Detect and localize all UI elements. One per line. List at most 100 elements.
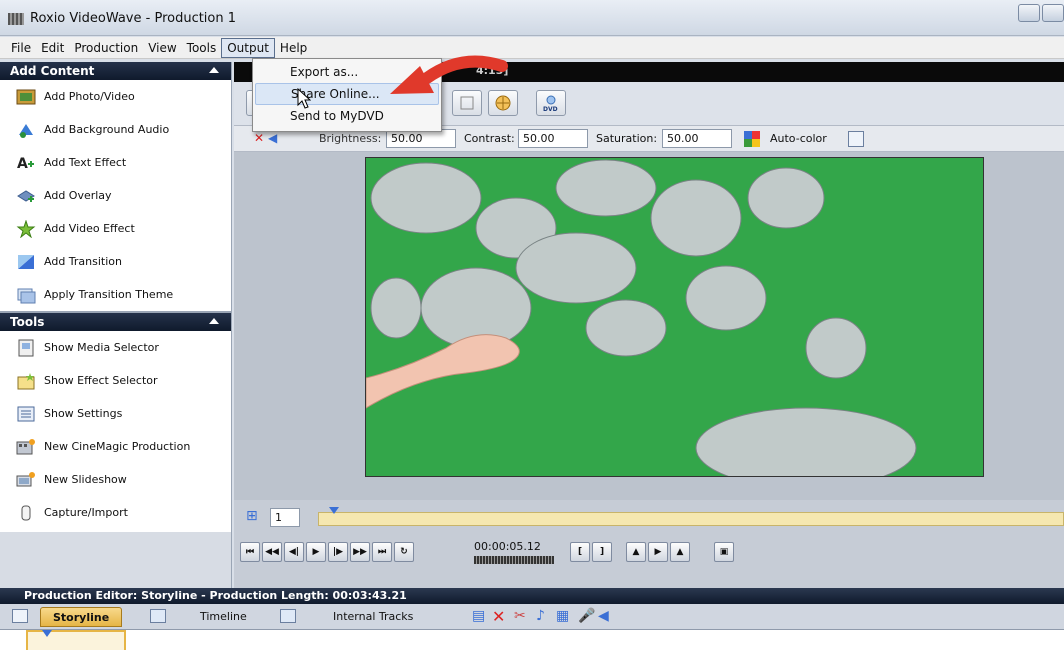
app-icon [8,13,24,25]
cut-button[interactable]: ▲ [670,542,690,562]
production-tabs: Storyline Timeline Internal Tracks ▤ ✕ ✂… [0,604,1064,630]
capture-import-item[interactable]: Capture/Import [0,496,231,529]
item-label: Show Effect Selector [44,374,158,387]
cinemagic-icon [16,438,36,456]
window-title: Roxio VideoWave - Production 1 [30,11,237,26]
dvd-button[interactable]: DVD [536,90,566,116]
menu-tools[interactable]: Tools [182,38,222,58]
menu-help[interactable]: Help [275,38,312,58]
play-button[interactable]: ▶ [306,542,326,562]
split-button[interactable]: ▲ [626,542,646,562]
show-effect-selector-item[interactable]: Show Effect Selector [0,364,231,397]
last-frame-button[interactable]: ⏭ [372,542,392,562]
storyline-area [0,630,1064,650]
saturation-input[interactable]: 50.00 [662,129,732,148]
split-icon[interactable]: ✂ [514,608,526,624]
tab-internal-tracks[interactable]: Internal Tracks [333,607,413,627]
menu-production[interactable]: Production [69,38,143,58]
trim-button[interactable]: ▶ [648,542,668,562]
restore-button[interactable] [1042,4,1064,22]
tools-title: Tools [10,315,45,329]
left-panel: Add Content Add Photo/Video Add Backgrou… [0,62,232,588]
volume-icon[interactable]: ◀ [598,608,609,624]
video-content [366,158,983,476]
zoom-input[interactable]: 1 [270,508,300,527]
item-label: Add Transition [44,255,122,268]
add-transition-item[interactable]: Add Transition [0,245,231,278]
minimize-button[interactable] [1018,4,1040,22]
menu-bar: File Edit Production View Tools Output H… [0,37,1064,59]
photo-icon [16,88,36,106]
add-text-effect-item[interactable]: A Add Text Effect [0,146,231,179]
mic-icon[interactable]: 🎤 [578,608,595,624]
properties-icon[interactable]: ▤ [472,608,485,624]
timeline-icon [150,609,166,623]
fullscreen-button[interactable]: ▣ [714,542,734,562]
slideshow-icon [16,471,36,489]
delete-icon[interactable]: ✕ [492,607,505,626]
main-area: 4:13] DVD ✕ ◀ Brightness: 50.00 Contrast… [234,62,1064,588]
storyline-clip[interactable] [26,630,126,650]
scrub-track[interactable] [318,512,1064,526]
show-settings-item[interactable]: Show Settings [0,397,231,430]
playhead-icon[interactable] [329,507,339,514]
new-slideshow-item[interactable]: New Slideshow [0,463,231,496]
tools-header[interactable]: Tools [0,313,231,331]
show-media-selector-item[interactable]: Show Media Selector [0,331,231,364]
add-content-header[interactable]: Add Content [0,62,231,80]
autocolor-icon [744,131,760,147]
mark-in-button[interactable]: [ [570,542,590,562]
production-editor-header: Production Editor: Storyline - Productio… [0,588,1064,604]
tab-storyline[interactable]: Storyline [40,607,123,627]
send-to-mydvd-item[interactable]: Send to MyDVD [255,105,439,127]
menu-view[interactable]: View [143,38,181,58]
fast-forward-button[interactable]: ▶▶ [350,542,370,562]
menu-file[interactable]: File [6,38,36,58]
item-label: Add Photo/Video [44,90,135,103]
collapse-icon[interactable] [209,67,219,73]
note-icon[interactable]: ▦ [556,608,569,624]
dvd-icon: DVD [543,95,558,112]
mark-out-button[interactable]: ] [592,542,612,562]
add-video-effect-item[interactable]: Add Video Effect [0,212,231,245]
storyline-playhead-icon[interactable] [42,630,52,637]
audio-icon[interactable]: ♪ [536,608,545,624]
step-forward-button[interactable]: |▶ [328,542,348,562]
tools-section: Tools Show Media Selector Show Effect Se… [0,311,231,529]
loop-button[interactable]: ↻ [394,542,414,562]
text-icon: A [16,154,36,172]
step-back-button[interactable]: ◀| [284,542,304,562]
first-frame-button[interactable]: ⏮ [240,542,260,562]
timecode: 00:00:05.12 [474,540,541,553]
menu-output[interactable]: Output [221,37,275,58]
settings-icon [16,405,36,423]
item-label: Show Settings [44,407,123,420]
settings-grid-icon[interactable] [848,131,864,147]
saturation-label: Saturation: [596,132,658,145]
menu-edit[interactable]: Edit [36,38,69,58]
storyline-icon [12,609,28,623]
add-photo-video-item[interactable]: Add Photo/Video [0,80,231,113]
rewind-button[interactable]: ◀◀ [262,542,282,562]
window-controls [1018,4,1064,22]
video-frame[interactable] [365,157,984,477]
new-cinemagic-production-item[interactable]: New CineMagic Production [0,430,231,463]
item-label: Capture/Import [44,506,128,519]
capture-icon [16,504,36,522]
apply-transition-theme-item[interactable]: Apply Transition Theme [0,278,231,311]
contrast-label: Contrast: [464,132,515,145]
add-content-list: Add Photo/Video Add Background Audio A A… [0,80,231,311]
item-label: New CineMagic Production [44,440,191,453]
collapse-icon[interactable] [209,318,219,324]
zoom-icon[interactable]: ⊞ [246,508,258,524]
tab-timeline[interactable]: Timeline [200,607,247,627]
contrast-input[interactable]: 50.00 [518,129,588,148]
reset-icon[interactable]: ✕ [254,131,264,145]
add-overlay-item[interactable]: Add Overlay [0,179,231,212]
media-selector-icon [16,339,36,357]
item-label: Add Video Effect [44,222,135,235]
add-background-audio-item[interactable]: Add Background Audio [0,113,231,146]
autocolor-label[interactable]: Auto-color [770,132,827,145]
overlay-icon [16,187,36,205]
volume-meter [474,556,554,564]
